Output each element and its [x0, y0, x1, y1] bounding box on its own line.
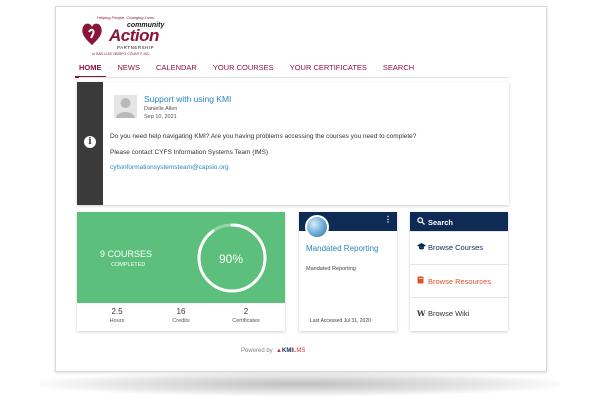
lms-page: Helping People. Changing Lives. communit… [69, 6, 533, 372]
logo-county: of SAN LUIS OBISPO COUNTY, INC. [92, 52, 151, 56]
logo-tagline: Helping People. Changing Lives. [97, 15, 156, 20]
completion-percent: 90% [218, 252, 244, 266]
completed-label: COMPLETED [111, 262, 146, 268]
announcement-card: i Support with using KMI Danielle Allen … [77, 82, 509, 205]
avatar [114, 95, 137, 118]
logo-action: Action [109, 26, 159, 45]
stat-hours: 2.5 Hours [87, 307, 147, 324]
course-card[interactable]: ⋮ Mandated Reporting Mandated Reporting … [299, 212, 397, 331]
wikipedia-icon: W [417, 309, 426, 318]
announcement-author: Danielle Allen [144, 106, 178, 112]
globe-icon [305, 215, 329, 239]
tab-your-courses[interactable]: YOUR COURSES [213, 58, 274, 78]
last-accessed: Last Accessed Jul 31, 2020 [310, 318, 371, 324]
main-nav: HOME NEWS CALENDAR YOUR COURSES YOUR CER… [75, 58, 430, 78]
powered-by-text: Powered by [241, 348, 273, 354]
announcement-question: Do you need help navigating KMI? Are you… [110, 133, 417, 140]
page-shadow [40, 372, 560, 396]
logo-partnership: PARTNERSHIP [117, 45, 155, 50]
announcement-title[interactable]: Support with using KMI [144, 94, 231, 104]
browse-resources-label: Browse Resources [428, 277, 491, 286]
browse-wiki-button[interactable]: W Browse Wiki [410, 297, 508, 330]
info-icon: i [84, 136, 96, 148]
browse-resources-button[interactable]: Browse Resources [410, 264, 508, 297]
announcement-sidebar: i [77, 82, 103, 205]
tab-news[interactable]: NEWS [118, 58, 141, 78]
search-icon [417, 217, 428, 227]
stat-certificates-label: Certificates [232, 318, 260, 324]
course-title[interactable]: Mandated Reporting [306, 244, 392, 254]
search-button[interactable]: Search [410, 212, 508, 231]
stat-credits-label: Credits [172, 318, 190, 324]
search-actions-card: Search Browse Courses Browse Resources W… [410, 212, 508, 331]
brand-lms[interactable]: LMS [293, 348, 305, 354]
powered-by-footer: Powered by ▲KMILMS [241, 348, 305, 354]
brand-kmi[interactable]: KMI [282, 348, 293, 354]
tab-calendar[interactable]: CALENDAR [156, 58, 197, 78]
tab-search[interactable]: SEARCH [383, 58, 414, 78]
book-icon [417, 276, 428, 286]
announcement-contact: Please contact CYFS Information Systems … [110, 149, 269, 156]
stat-credits-value: 16 [176, 307, 186, 316]
announcement-date: Sep 10, 2021 [144, 114, 177, 120]
stat-hours-value: 2.5 [111, 307, 123, 316]
nav-divider [79, 77, 509, 78]
heart-logo-icon [82, 23, 102, 45]
courses-count: 9 COURSES [100, 249, 153, 259]
stat-certificates-value: 2 [243, 307, 249, 316]
community-action-logo[interactable]: Helping People. Changing Lives. communit… [77, 12, 164, 56]
contact-email-link[interactable]: cyfsinformationsystemsteam@capslo.org [110, 164, 229, 171]
course-subtitle: Mandated Reporting [306, 266, 356, 272]
stat-credits: 16 Credits [151, 307, 211, 324]
browse-wiki-label: Browse Wiki [428, 309, 470, 318]
kebab-menu-icon[interactable]: ⋮ [384, 215, 392, 224]
user-silhouette-icon [116, 98, 135, 118]
stat-certificates: 2 Certificates [216, 307, 276, 324]
course-progress-card[interactable]: 9 COURSES COMPLETED 90% 2.5 Hours 16 Cre… [77, 212, 285, 331]
progress-summary: 9 COURSES COMPLETED 90% [77, 212, 285, 303]
graduation-cap-icon [417, 243, 428, 252]
browse-courses-label: Browse Courses [428, 243, 484, 252]
browse-courses-button[interactable]: Browse Courses [410, 231, 508, 264]
tab-home[interactable]: HOME [75, 58, 106, 78]
stat-hours-label: Hours [109, 318, 125, 324]
search-label: Search [428, 218, 454, 227]
tab-your-certificates[interactable]: YOUR CERTIFICATES [290, 58, 367, 78]
